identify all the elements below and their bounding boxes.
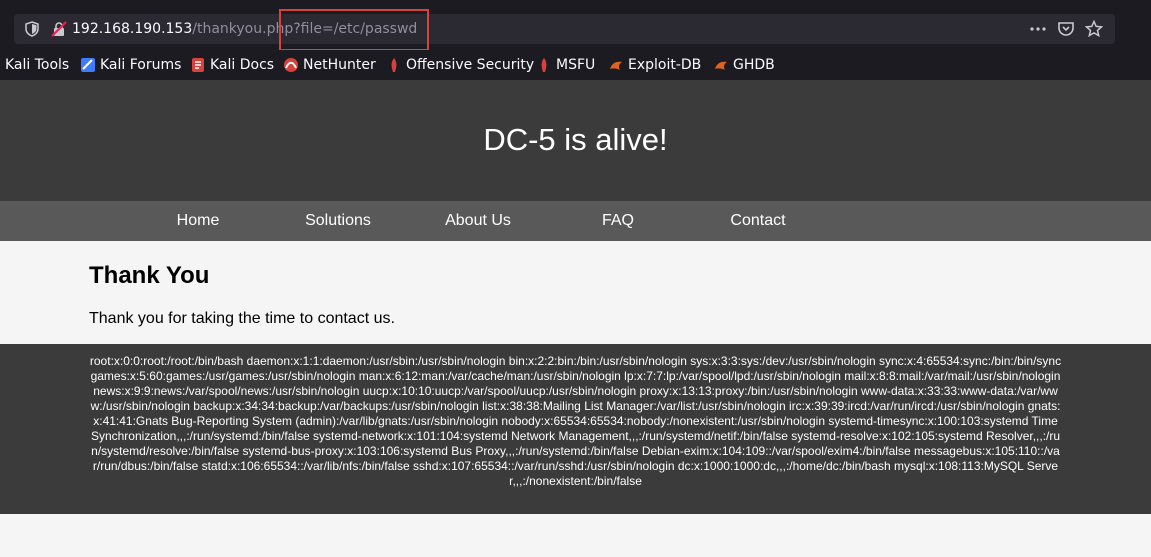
bookmark-ghdb[interactable]: GHDB — [713, 56, 775, 74]
nav-contact[interactable]: Contact — [688, 212, 828, 230]
url-bar[interactable]: 192.168.190.153/thankyou.php?file=/etc/p… — [14, 14, 1115, 44]
thank-you-message: Thank you for taking the time to contact… — [89, 310, 395, 327]
shield-icon[interactable] — [24, 21, 40, 37]
bookmark-kali-forums[interactable]: Kali Forums — [80, 56, 181, 74]
more-actions-icon[interactable] — [1029, 20, 1047, 38]
bookmark-label: MSFU — [556, 57, 596, 73]
bookmark-exploit-db[interactable]: Exploit-DB — [608, 56, 701, 74]
browser-toolbar: 192.168.190.153/thankyou.php?file=/etc/p… — [0, 0, 1151, 51]
nethunter-icon — [283, 57, 299, 73]
kali-forums-icon — [80, 57, 96, 73]
passwd-output: root:x:0:0:root:/root:/bin/bash daemon:x… — [89, 354, 1062, 488]
url-host: 192.168.190.153 — [72, 21, 193, 37]
bookmark-label: Kali Forums — [100, 57, 182, 73]
bookmark-label: Kali Tools — [5, 57, 70, 73]
bookmark-msfu[interactable]: MSFU — [536, 56, 595, 74]
main-nav: Home Solutions About Us FAQ Contact — [0, 201, 1151, 241]
site-title: DC-5 is alive! — [483, 122, 668, 157]
page-heading: Thank You — [89, 262, 210, 289]
bookmark-label: Kali Docs — [210, 57, 275, 73]
nav-solutions[interactable]: Solutions — [268, 212, 408, 230]
bookmark-kali-tools[interactable]: Kali Tools — [5, 56, 69, 74]
bookmark-star-icon[interactable] — [1084, 19, 1104, 38]
bookmark-nethunter[interactable]: NetHunter — [283, 56, 376, 74]
bookmark-label: NetHunter — [303, 57, 376, 73]
exploit-db-icon — [608, 57, 624, 73]
bookmark-label: Offensive Security — [406, 57, 535, 73]
insecure-lock-icon[interactable] — [51, 21, 67, 37]
bookmark-label: GHDB — [733, 57, 775, 73]
bookmark-kali-docs[interactable]: Kali Docs — [190, 56, 274, 74]
bookmarks-toolbar: Kali Tools Kali Forums Kali Docs NetHunt… — [0, 50, 1151, 80]
ghdb-icon — [713, 57, 729, 73]
site-header: DC-5 is alive! — [0, 80, 1151, 201]
url-highlight-box — [279, 9, 429, 51]
site-footer: root:x:0:0:root:/root:/bin/bash daemon:x… — [0, 344, 1151, 514]
nav-home[interactable]: Home — [128, 212, 268, 230]
bookmark-label: Exploit-DB — [628, 57, 702, 73]
bookmark-offensive-security[interactable]: Offensive Security — [386, 56, 534, 74]
nav-about-us[interactable]: About Us — [408, 212, 548, 230]
pocket-icon[interactable] — [1057, 20, 1075, 38]
msfu-icon — [536, 57, 552, 73]
nav-faq[interactable]: FAQ — [548, 212, 688, 230]
offsec-icon — [386, 57, 402, 73]
kali-docs-icon — [190, 57, 206, 73]
